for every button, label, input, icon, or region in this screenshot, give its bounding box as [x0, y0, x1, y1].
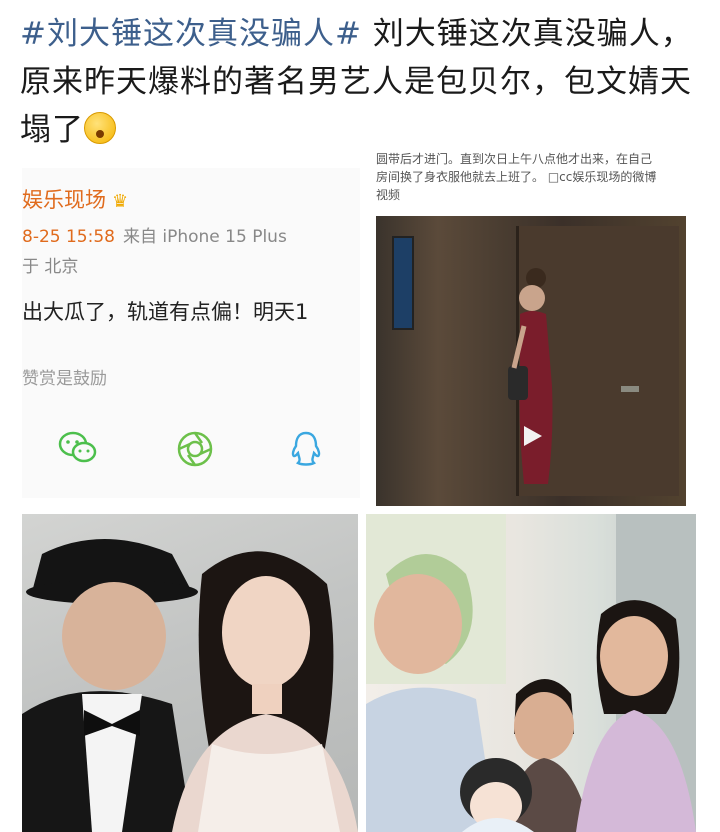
elevator-panel [392, 236, 414, 330]
wechat-icon[interactable] [58, 430, 98, 466]
moments-icon[interactable] [176, 430, 214, 468]
qq-icon[interactable] [290, 430, 322, 468]
woman-figure [508, 268, 553, 484]
family-photo[interactable] [366, 514, 696, 832]
share-bar [58, 430, 338, 470]
post-line2: 原来昨天爆料的著名男艺人是包贝尔，包文婧天 [20, 64, 692, 100]
video-screenshot-image[interactable]: 圆带后才进门。直到次日上午八点他才出来，在自己 房间换了身衣服他就去上班了。 □… [372, 150, 690, 510]
weibo-reward: 赞赏是鼓励 [22, 369, 107, 389]
family-photo-illustration [366, 514, 696, 832]
couple-photo-illustration [22, 539, 358, 832]
post-text: #刘大锤这次真没骗人# 刘大锤这次真没骗人， 原来昨天爆料的著名男艺人是包贝尔，… [20, 10, 710, 154]
weibo-source: 来自 iPhone 15 Plus [122, 227, 287, 247]
post-line3: 塌了 [20, 112, 84, 148]
weibo-meta: 8-25 15:58 来自 iPhone 15 Plus [22, 222, 287, 247]
weibo-timestamp: 8-25 15:58 [22, 227, 115, 247]
crown-icon: ♛ [112, 191, 129, 212]
video-caption-line2: 房间换了身衣服他就去上班了。 □cc娱乐现场的微博 [376, 170, 657, 184]
weibo-author: 娱乐现场 ♛ [22, 184, 128, 214]
video-caption-line1: 圆带后才进门。直到次日上午八点他才出来，在自己 [376, 152, 653, 166]
weibo-body: 出大瓜了，轨道有点偏！明天1 [22, 300, 309, 324]
video-caption: 圆带后才进门。直到次日上午八点他才出来，在自己 房间换了身衣服他就去上班了。 □… [376, 150, 686, 204]
post-hashtag[interactable]: #刘大锤这次真没骗人# [20, 16, 362, 52]
post-line1: 刘大锤这次真没骗人， [361, 16, 693, 52]
door-handle [621, 386, 639, 392]
play-icon[interactable] [520, 424, 544, 448]
video-caption-line3: 视频 [376, 188, 401, 202]
weibo-screenshot-image[interactable]: 娱乐现场 ♛ 8-25 15:58 来自 iPhone 15 Plus 于 北京 出… [22, 168, 360, 498]
weibo-location: 于 北京 [22, 257, 79, 277]
couple-photo[interactable] [22, 514, 358, 832]
weibo-author-name: 娱乐现场 [22, 188, 106, 212]
surprised-emoji-icon [84, 112, 116, 144]
video-frame[interactable] [376, 216, 686, 506]
